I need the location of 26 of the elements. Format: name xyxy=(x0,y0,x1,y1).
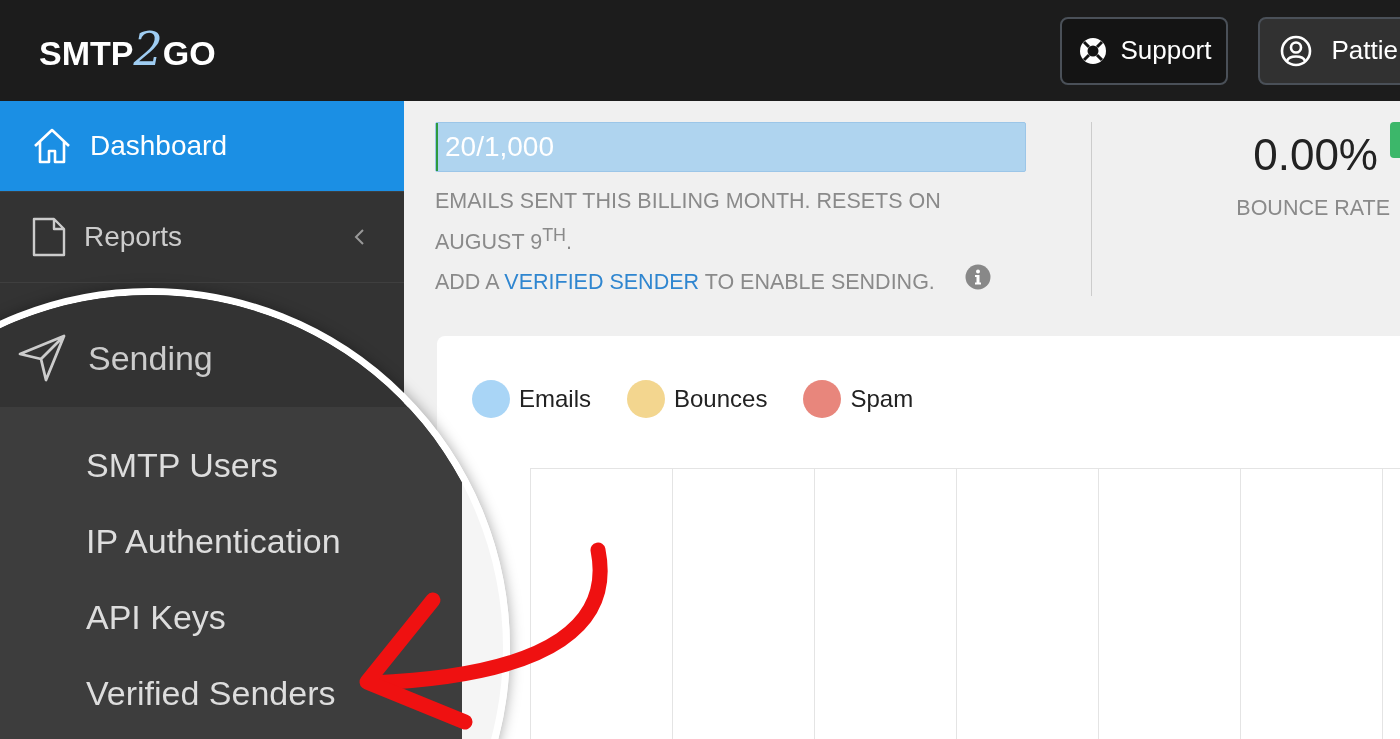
legend-dot[interactable] xyxy=(627,380,665,418)
logo[interactable]: SMTP2GO xyxy=(37,18,218,83)
legend-label[interactable]: Spam xyxy=(850,385,914,413)
bounce-rate-label: BOUNCE RATE xyxy=(1236,196,1390,221)
submenu-item[interactable]: SMTP Users xyxy=(0,427,462,503)
usage-value: 20/1,000 xyxy=(444,131,554,163)
submenu-item[interactable]: Verified Senders xyxy=(0,655,462,731)
submenu-item[interactable]: IP Authentication xyxy=(0,503,462,579)
user-menu-button[interactable]: Pattie xyxy=(1257,16,1400,85)
usage-note: EMAILS SENT THIS BILLING MONTH. RESETS ON AUGUST 9$^{TH}$. xyxy=(435,188,942,257)
user-icon xyxy=(1279,34,1312,67)
paper-plane-icon xyxy=(18,334,66,382)
sidebar-item[interactable]: Sending xyxy=(0,309,462,407)
bounce-rate-value: 0.00% xyxy=(1253,130,1378,180)
submenu-item[interactable]: API Keys xyxy=(0,579,462,655)
document-icon xyxy=(32,217,66,257)
lifebuoy-icon xyxy=(1078,35,1109,66)
legend-label[interactable]: Bounces xyxy=(674,385,768,413)
info-icon[interactable] xyxy=(965,264,991,290)
notice-text: ADD A VERIFIED SENDER TO ENABLE SENDING. xyxy=(435,269,936,297)
sidebar-item[interactable]: Reports xyxy=(0,192,404,283)
legend-label[interactable]: Emails xyxy=(519,385,591,413)
support-button[interactable]: Support xyxy=(1060,16,1228,85)
home-icon xyxy=(32,126,72,166)
legend-dot[interactable] xyxy=(472,380,510,418)
legend-dot[interactable] xyxy=(803,380,842,418)
